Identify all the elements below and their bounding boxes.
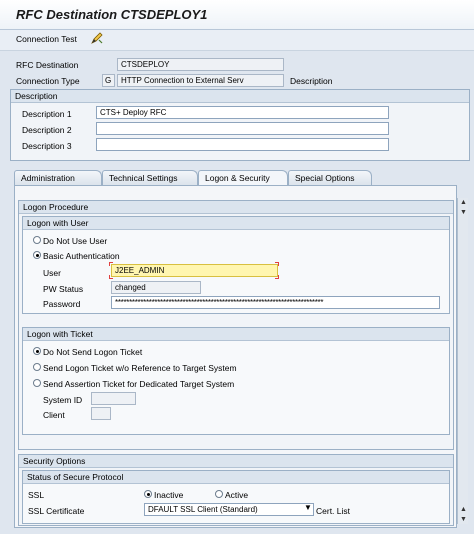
- radio-ssl-inactive-label: Inactive: [154, 490, 184, 500]
- radio-ssl-active-label: Active: [225, 490, 249, 500]
- description3-field[interactable]: [96, 138, 389, 151]
- radio-assertion-ticket-label: Send Assertion Ticket for Dedicated Targ…: [43, 379, 235, 389]
- client-field[interactable]: [91, 407, 111, 420]
- description-group-header: Description: [11, 90, 469, 103]
- radio-ticket-no-ref[interactable]: [33, 363, 41, 371]
- ssl-certificate-select[interactable]: DFAULT SSL Client (Standard): [144, 503, 314, 516]
- system-id-field[interactable]: [91, 392, 136, 405]
- radio-ssl-inactive[interactable]: [144, 490, 152, 498]
- password-label: Password: [43, 299, 81, 309]
- description2-label: Description 2: [22, 125, 72, 135]
- toolbar: Connection Test: [0, 30, 474, 51]
- tab-special-options[interactable]: Special Options: [288, 170, 372, 185]
- selection-marker: [275, 275, 279, 279]
- ssl-label: SSL: [28, 490, 45, 500]
- ssl-certificate-label: SSL Certificate: [28, 506, 85, 516]
- scroll-down-icon[interactable]: ▼: [459, 208, 468, 217]
- security-options-header: Security Options: [19, 455, 453, 468]
- pw-status-label: PW Status: [43, 284, 84, 294]
- description2-field[interactable]: [96, 122, 389, 135]
- client-label: Client: [43, 410, 65, 420]
- connection-type-label: Connection Type: [16, 76, 80, 86]
- radio-assertion-ticket[interactable]: [33, 379, 41, 387]
- scroll-up-icon[interactable]: ▲: [459, 198, 468, 207]
- radio-basic-auth[interactable]: [33, 251, 41, 259]
- vertical-scrollbar[interactable]: ▲ ▼ ▲ ▼: [457, 198, 468, 524]
- scroll-up-icon[interactable]: ▲: [459, 505, 468, 514]
- scroll-down-icon[interactable]: ▼: [459, 515, 468, 524]
- radio-ssl-active[interactable]: [215, 490, 223, 498]
- description3-label: Description 3: [22, 141, 72, 151]
- selection-marker: [275, 262, 279, 266]
- connection-test-button[interactable]: Connection Test: [16, 34, 77, 44]
- pencil-icon[interactable]: [90, 31, 104, 45]
- secure-protocol-header: Status of Secure Protocol: [23, 471, 449, 484]
- user-label: User: [43, 268, 61, 278]
- description1-label: Description 1: [22, 109, 72, 119]
- logon-with-user-header: Logon with User: [23, 217, 449, 230]
- radio-no-user-label: Do Not Use User: [43, 236, 108, 246]
- rfc-destination-field[interactable]: CTSDEPLOY: [117, 58, 284, 71]
- radio-ticket-no-ref-label: Send Logon Ticket w/o Reference to Targe…: [43, 363, 237, 373]
- title-bar: RFC Destination CTSDEPLOY1: [0, 0, 474, 30]
- selection-marker: [109, 262, 113, 266]
- description1-field[interactable]: CTS+ Deploy RFC: [96, 106, 389, 119]
- connection-type-description: Description: [290, 76, 333, 86]
- radio-no-ticket[interactable]: [33, 347, 41, 355]
- cert-list-label[interactable]: Cert. List: [316, 506, 350, 516]
- tab-logon-security[interactable]: Logon & Security: [198, 170, 288, 185]
- logon-with-ticket-header: Logon with Ticket: [23, 328, 449, 341]
- connection-type-field[interactable]: HTTP Connection to External Serv: [117, 74, 284, 87]
- tab-administration[interactable]: Administration: [14, 170, 102, 185]
- chevron-down-icon[interactable]: ▼: [304, 503, 312, 512]
- user-field[interactable]: J2EE_ADMIN: [111, 264, 278, 277]
- password-field[interactable]: ****************************************…: [111, 296, 440, 309]
- radio-no-user[interactable]: [33, 236, 41, 244]
- system-id-label: System ID: [43, 395, 83, 405]
- tab-technical-settings[interactable]: Technical Settings: [102, 170, 198, 185]
- logon-procedure-header: Logon Procedure: [19, 201, 453, 214]
- radio-basic-auth-label: Basic Authentication: [43, 251, 120, 261]
- pw-status-field: changed: [111, 281, 201, 294]
- rfc-destination-label: RFC Destination: [16, 60, 79, 70]
- radio-no-ticket-label: Do Not Send Logon Ticket: [43, 347, 143, 357]
- connection-type-code[interactable]: G: [102, 74, 115, 87]
- window-title: RFC Destination CTSDEPLOY1: [16, 7, 208, 22]
- selection-marker: [109, 275, 113, 279]
